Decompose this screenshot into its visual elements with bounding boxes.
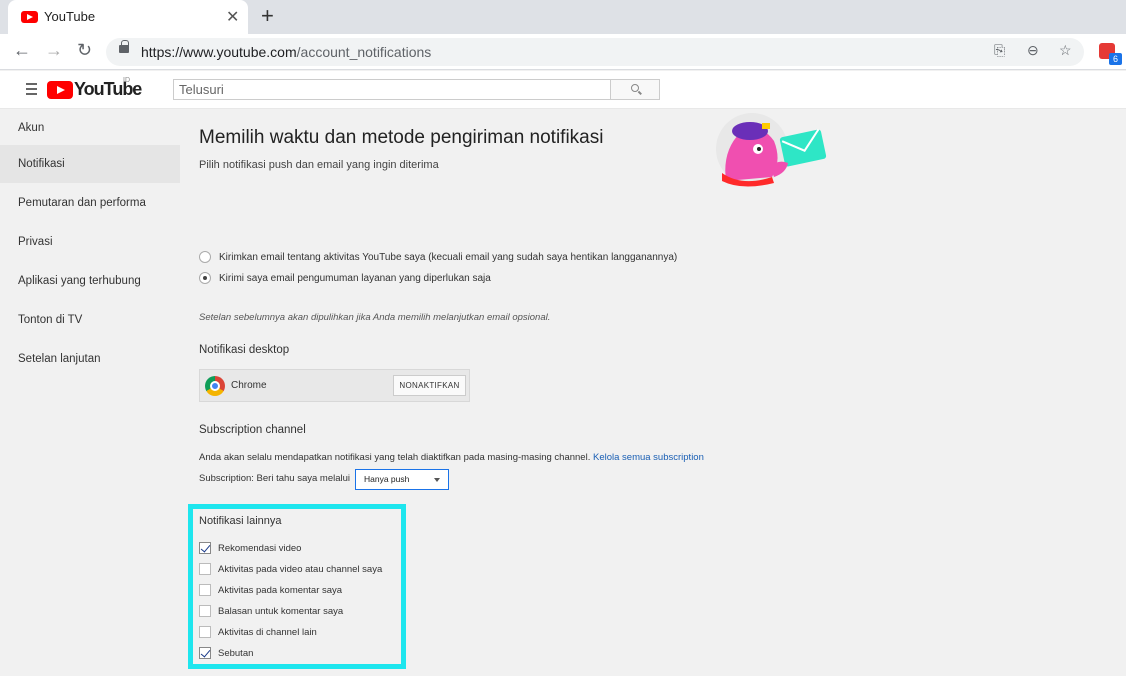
manage-subscriptions-link[interactable]: Kelola semua subscription xyxy=(593,452,704,463)
page-subtitle: Pilih notifikasi push dan email yang ing… xyxy=(199,159,439,171)
sidebar-item-lanjutan[interactable]: Setelan lanjutan xyxy=(0,340,180,378)
search-button[interactable] xyxy=(610,79,660,100)
notification-illustration-icon xyxy=(716,113,827,187)
sidebar-item-akun[interactable]: Akun xyxy=(0,109,180,147)
lock-icon xyxy=(119,40,129,53)
zoom-icon[interactable]: ⊖ xyxy=(1027,42,1039,59)
subscription-description: Anda akan selalu mendapatkan notifikasi … xyxy=(199,452,704,463)
checkbox[interactable] xyxy=(199,563,211,575)
search-icon xyxy=(631,84,639,92)
desktop-heading: Notifikasi desktop xyxy=(199,344,290,356)
checkbox[interactable] xyxy=(199,584,211,596)
extension-badge: 6 xyxy=(1109,53,1122,65)
youtube-logo-icon[interactable] xyxy=(47,81,73,99)
sidebar-item-aplikasi[interactable]: Aplikasi yang terhubung xyxy=(0,262,180,300)
main-content: Memilih waktu dan metode pengiriman noti… xyxy=(180,109,1126,676)
other-notifications-heading: Notifikasi lainnya xyxy=(199,515,282,527)
search-input[interactable] xyxy=(173,79,611,100)
browser-toolbar: ← → ↻ https://www.youtube.com/account_no… xyxy=(0,34,1126,70)
email-activity-radio[interactable] xyxy=(199,251,211,263)
youtube-favicon-icon xyxy=(21,11,38,23)
forward-icon[interactable]: → xyxy=(45,40,63,61)
settings-sidebar: Akun Notifikasi Pemutaran dan performa P… xyxy=(0,109,180,676)
sidebar-item-tv[interactable]: Tonton di TV xyxy=(0,301,180,339)
browser-tabstrip: YouTube ✕ + xyxy=(0,0,1126,34)
reload-icon[interactable]: ↻ xyxy=(77,40,92,61)
browser-name: Chrome xyxy=(231,380,267,391)
email-required-radio[interactable] xyxy=(199,272,211,284)
url-text: https://www.youtube.com/account_notifica… xyxy=(141,44,432,60)
country-code: ID xyxy=(123,77,130,84)
new-tab-button[interactable]: + xyxy=(261,3,274,29)
subscription-delivery-select[interactable]: Hanya push xyxy=(355,469,449,490)
checkbox[interactable] xyxy=(199,605,211,617)
address-bar[interactable]: https://www.youtube.com/account_notifica… xyxy=(106,38,1084,66)
menu-icon[interactable] xyxy=(26,83,37,98)
checkbox[interactable] xyxy=(199,626,211,638)
checkbox[interactable] xyxy=(199,542,211,554)
desktop-notification-row: Chrome NONAKTIFKAN xyxy=(199,369,470,402)
sidebar-item-privasi[interactable]: Privasi xyxy=(0,223,180,261)
youtube-logo-text[interactable]: YouTube xyxy=(74,79,142,100)
bookmark-star-icon[interactable]: ☆ xyxy=(1059,42,1072,59)
back-icon[interactable]: ← xyxy=(13,40,31,61)
browser-tab[interactable]: YouTube ✕ xyxy=(8,0,248,34)
sidebar-item-notifikasi[interactable]: Notifikasi xyxy=(0,145,180,183)
translate-icon[interactable]: ⎘ xyxy=(994,42,1005,59)
restore-note: Setelan sebelumnya akan dipulihkan jika … xyxy=(199,312,551,323)
subscription-select-label: Subscription: Beri tahu saya melalui xyxy=(199,473,351,484)
close-tab-icon[interactable]: ✕ xyxy=(226,7,239,27)
tab-title: YouTube xyxy=(44,9,96,24)
youtube-header: YouTube ID xyxy=(0,71,1126,109)
disable-button[interactable]: NONAKTIFKAN xyxy=(393,375,466,396)
chevron-down-icon xyxy=(434,478,440,482)
checkbox[interactable] xyxy=(199,647,211,659)
page-title: Memilih waktu dan metode pengiriman noti… xyxy=(199,127,604,148)
chrome-icon xyxy=(205,376,225,396)
subscription-heading: Subscription channel xyxy=(199,424,306,436)
sidebar-item-pemutaran[interactable]: Pemutaran dan performa xyxy=(0,184,180,222)
